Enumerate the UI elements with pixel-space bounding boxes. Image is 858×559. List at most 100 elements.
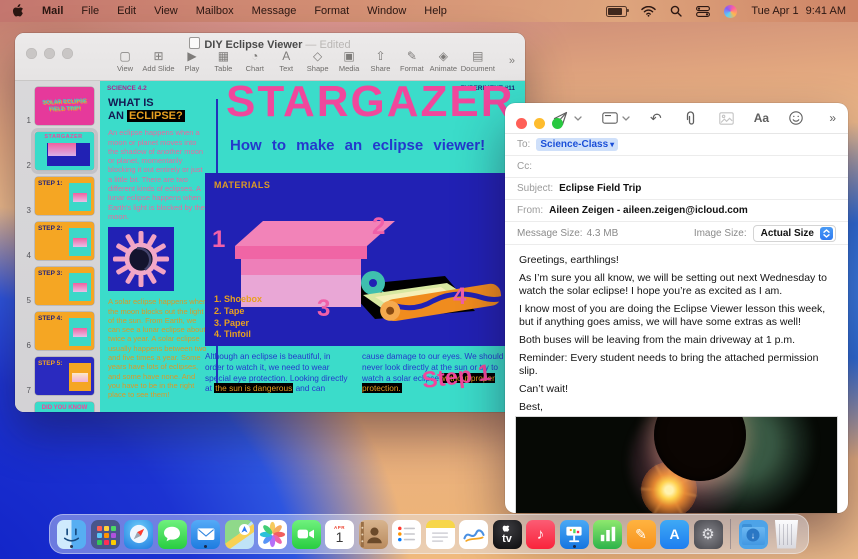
menu-item[interactable]: File bbox=[81, 5, 99, 17]
slide-paragraph-lunar: An eclipse happens when a moon or planet… bbox=[108, 128, 208, 221]
message-size-label: Message Size: bbox=[517, 228, 583, 239]
mail-toolbar-overflow-button[interactable]: » bbox=[829, 111, 836, 125]
dock-keynote[interactable] bbox=[560, 520, 589, 549]
dock-numbers[interactable] bbox=[593, 520, 622, 549]
dock-messages[interactable] bbox=[158, 520, 187, 549]
gear-icon: ⚙ bbox=[701, 525, 714, 543]
toolbar-button-label: Add Slide bbox=[142, 64, 174, 73]
dock-freeform[interactable] bbox=[459, 520, 488, 549]
slide-thumbnail-5[interactable]: 5 STEP 3: bbox=[15, 267, 94, 305]
slide-course-label: SCIENCE 4.2 bbox=[107, 85, 147, 92]
search-icon[interactable] bbox=[670, 5, 682, 17]
dock-maps[interactable] bbox=[225, 520, 254, 549]
eclipse-photo-attachment[interactable] bbox=[515, 416, 838, 513]
menu-item[interactable]: View bbox=[154, 5, 178, 17]
slide-thumbnail-4[interactable]: 4 STEP 2: bbox=[15, 222, 94, 260]
toolbar-button[interactable]: ▦ Table bbox=[209, 50, 237, 73]
toolbar-button[interactable]: ◔ Chart bbox=[241, 50, 269, 73]
minimize-button[interactable] bbox=[534, 118, 545, 129]
emoji-button[interactable] bbox=[789, 111, 803, 125]
toolbar-button-icon: ⇧ bbox=[375, 50, 385, 62]
menu-item[interactable]: Mailbox bbox=[196, 5, 234, 17]
toolbar-button[interactable]: A Text bbox=[272, 50, 300, 73]
toolbar-button-label: Shape bbox=[307, 64, 329, 73]
dock-mail[interactable] bbox=[191, 520, 220, 549]
dock-contacts[interactable] bbox=[359, 520, 388, 549]
menu-app-name[interactable]: Mail bbox=[42, 5, 63, 17]
toolbar-button[interactable]: ◈ Animate bbox=[429, 50, 457, 73]
toolbar-button-icon: ◇ bbox=[313, 50, 322, 62]
slide-thumbnail-3[interactable]: 3 STEP 1: bbox=[15, 177, 94, 215]
menu-item[interactable]: Format bbox=[314, 5, 349, 17]
toolbar-button[interactable]: ▤ Document bbox=[461, 50, 495, 73]
cc-field[interactable]: Cc: bbox=[505, 156, 848, 178]
send-options-chevron-icon[interactable] bbox=[574, 116, 582, 121]
dock-safari[interactable] bbox=[124, 520, 153, 549]
toolbar-button-icon: ▢ bbox=[119, 50, 130, 62]
message-size-value: 4.3 MB bbox=[587, 228, 619, 239]
mail-body-paragraph: As I’m sure you all know, we will be set… bbox=[519, 272, 834, 298]
dock-music[interactable]: ♪ bbox=[526, 520, 555, 549]
toolbar-button-label: Share bbox=[370, 64, 390, 73]
document-proxy-icon[interactable] bbox=[189, 37, 200, 49]
dock-apple-tv[interactable]: tv bbox=[493, 520, 522, 549]
dock-facetime[interactable] bbox=[292, 520, 321, 549]
toolbar-button[interactable]: ◇ Shape bbox=[304, 50, 332, 73]
mail-body[interactable]: Greetings, earthlings!As I’m sure you al… bbox=[505, 245, 848, 412]
slide-thumbnail-1[interactable]: 1 SOLAR ECLIPSE FIELD TRIP! bbox=[15, 87, 94, 125]
menu-item[interactable]: Help bbox=[424, 5, 447, 17]
dock-system-settings[interactable]: ⚙ bbox=[694, 520, 723, 549]
dock-trash[interactable] bbox=[772, 520, 801, 549]
insert-photo-button[interactable] bbox=[719, 112, 734, 125]
from-field[interactable]: From: Aileen Zeigen - aileen.zeigen@iclo… bbox=[505, 200, 848, 222]
dock-photos[interactable] bbox=[258, 520, 287, 549]
reply-indicator-icon[interactable]: ↶ bbox=[650, 110, 662, 127]
zoom-button[interactable] bbox=[552, 118, 563, 129]
materials-number-3: 3 bbox=[317, 297, 330, 321]
to-field[interactable]: To: Science-Class▾ bbox=[505, 134, 848, 156]
toolbar-button-label: View bbox=[117, 64, 133, 73]
toolbar-button-label: Format bbox=[400, 64, 424, 73]
dock-notes[interactable] bbox=[426, 520, 455, 549]
siri-icon[interactable] bbox=[724, 5, 737, 18]
dock-downloads-folder[interactable]: ↓ bbox=[739, 520, 768, 549]
toolbar-button[interactable]: ✎ Format bbox=[398, 50, 426, 73]
header-fields-button[interactable] bbox=[602, 112, 618, 124]
toolbar-button[interactable]: ⊞ Add Slide bbox=[142, 50, 174, 73]
slide-thumbnail-7[interactable]: 7 STEP 5: bbox=[15, 357, 94, 395]
slide-thumbnail-8[interactable]: 8 DID YOU KNOW bbox=[15, 402, 94, 412]
slide-thumbnail-6[interactable]: 6 STEP 4: bbox=[15, 312, 94, 350]
toolbar-button[interactable]: ▢ View bbox=[111, 50, 139, 73]
apple-tv-label: tv bbox=[502, 533, 512, 545]
wifi-icon[interactable] bbox=[641, 6, 656, 17]
header-fields-chevron-icon[interactable] bbox=[622, 116, 630, 121]
toolbar-button[interactable]: ⇧ Share bbox=[366, 50, 394, 73]
toolbar-button[interactable]: ▣ Media bbox=[335, 50, 363, 73]
dock-reminders[interactable] bbox=[392, 520, 421, 549]
format-button[interactable]: Aa bbox=[754, 111, 769, 125]
mail-body-paragraph: Can’t wait! bbox=[519, 383, 834, 396]
slide-canvas[interactable]: SCIENCE 4.2 EXPERIMENT #11 WHAT ISAN ECL… bbox=[100, 81, 525, 412]
image-size-dropdown[interactable]: Actual Size bbox=[753, 225, 836, 242]
menu-item[interactable]: Message bbox=[252, 5, 297, 17]
toolbar-button-icon: ✎ bbox=[407, 50, 417, 62]
dock-app-store[interactable]: A bbox=[660, 520, 689, 549]
close-button[interactable] bbox=[516, 118, 527, 129]
toolbar-button-label: Table bbox=[214, 64, 232, 73]
dock-launchpad[interactable] bbox=[91, 520, 120, 549]
menu-clock[interactable]: Tue Apr 1 9:41 AM bbox=[751, 5, 846, 17]
toolbar-overflow-button[interactable]: » bbox=[509, 55, 515, 67]
attach-paperclip-icon[interactable] bbox=[684, 111, 697, 126]
control-center-icon[interactable] bbox=[696, 6, 710, 17]
toolbar-button[interactable]: ▶ Play bbox=[178, 50, 206, 73]
subject-field[interactable]: Subject: Eclipse Field Trip bbox=[505, 178, 848, 200]
highlight-sun-dangerous: the sun is dangerous bbox=[214, 383, 293, 393]
recipient-token[interactable]: Science-Class▾ bbox=[536, 138, 618, 151]
dock-finder[interactable] bbox=[57, 520, 86, 549]
dock-calendar[interactable]: APR 1 bbox=[325, 520, 354, 549]
menu-item[interactable]: Edit bbox=[117, 5, 136, 17]
menu-item[interactable]: Window bbox=[367, 5, 406, 17]
apple-menu-icon[interactable] bbox=[12, 4, 24, 18]
slide-thumbnail-2-selected[interactable]: 2 STARGAZER bbox=[15, 132, 94, 170]
dock-pages[interactable]: ✎ bbox=[627, 520, 656, 549]
